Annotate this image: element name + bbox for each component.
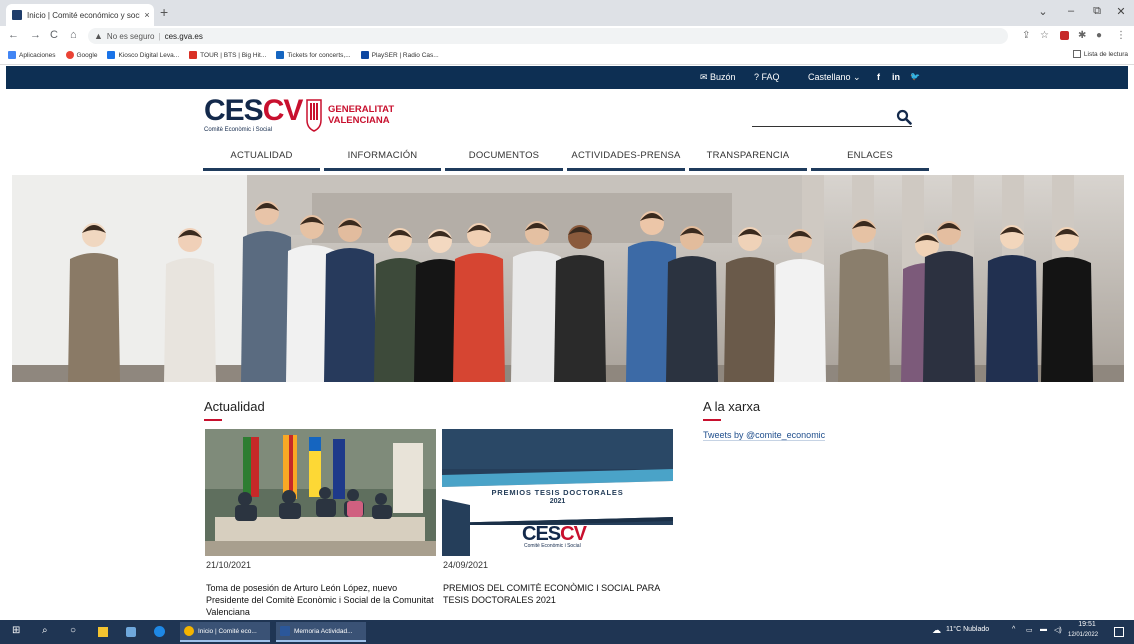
menu-informacion[interactable]: INFORMACIÓN [324,150,441,171]
logo-text: CES [204,94,264,127]
reload-button[interactable]: C [50,29,58,41]
menu-enlaces[interactable]: ENLACES [811,150,929,171]
section-xarxa-heading: A la xarxa [703,399,761,414]
url-text[interactable]: ces.gva.es [165,32,203,41]
kiosco-icon [107,51,116,59]
profile-icon[interactable]: ● [1096,30,1102,41]
facebook-icon[interactable]: f [877,72,880,82]
bookmark-item[interactable]: Google [65,51,97,59]
search-icon[interactable]: ⌕ [42,625,48,636]
bookmark-item[interactable]: Aplicaciones [8,51,56,59]
home-button[interactable]: ⌂ [70,29,77,41]
close-tab-icon[interactable]: × [140,10,154,20]
share-icon[interactable]: ⇪ [1022,30,1030,41]
task-view-icon[interactable]: ○ [70,625,76,636]
menu-actualidad[interactable]: ACTUALIDAD [203,150,320,171]
tab-search-icon[interactable]: ⌄ [1030,5,1056,18]
premios-card-line2: 2021 [549,498,566,505]
gv-line1: GENERALITAT [328,104,395,115]
cescv-logo[interactable]: CESCV Comitè Econòmic i Social [204,94,304,134]
bookmark-item[interactable]: Kiosco Digital Leva... [107,51,179,59]
extensions-puzzle-icon[interactable]: ✱ [1078,30,1086,41]
logo-accent-text: CV [262,94,304,127]
notifications-icon[interactable] [1114,627,1124,637]
windows-taskbar: ⊞ ⌕ ○ Inicio | Comité eco... Memoria Act… [0,620,1134,644]
news-image-premios[interactable]: PREMIOS TESIS DOCTORALES 2021 CESCV Comi… [442,429,673,556]
clock-date[interactable]: 12/01/2022 [1068,632,1098,638]
generalitat-logo[interactable]: GENERALITAT VALENCIANA [306,98,394,132]
bookmarks-bar: Aplicaciones Google Kiosco Digital Leva.… [0,46,1134,65]
logo-subtitle: Comitè Econòmic i Social [204,127,273,133]
menu-documentos[interactable]: DOCUMENTOS [445,150,563,171]
taskbar-app-word[interactable]: Memoria Actividad... [276,622,366,642]
tab-title: Inicio | Comité económico y soci [27,10,140,20]
section-underline [703,419,721,421]
bookmark-item[interactable]: PlaySER | Radio Cas... [360,51,439,59]
browser-tab-strip: Inicio | Comité económico y soci × + ⌄ –… [0,0,1134,26]
volume-icon[interactable]: ◁) [1054,626,1062,634]
clock-time[interactable]: 19:51 [1072,621,1102,628]
news-date: 21/10/2021 [206,560,252,570]
tweets-link[interactable]: Tweets by @comite_economic [703,430,826,441]
close-window-button[interactable]: ✕ [1108,5,1134,18]
gv-line2: VALENCIANA [328,115,390,126]
url-separator: | [158,31,161,41]
extension-icon[interactable] [1060,31,1069,40]
hero-group-photo [12,175,1124,382]
twitter-icon[interactable]: 🐦 [910,72,920,81]
bookmark-item[interactable]: Tickets for concerts,... [276,51,351,59]
bookmark-star-icon[interactable]: ☆ [1040,30,1049,41]
address-bar[interactable]: ▲ No es seguro | ces.gva.es [88,28,1008,44]
google-icon [65,51,74,59]
apps-grid-icon [8,51,16,59]
menu-transparencia[interactable]: TRANSPARENCIA [689,150,807,171]
section-underline [204,419,222,421]
tickets-icon [276,51,285,59]
security-status: No es seguro [106,31,155,41]
faq-link[interactable]: ? FAQ [754,72,780,82]
restore-button[interactable]: ⧉ [1084,5,1110,18]
new-tab-button[interactable]: + [160,4,168,20]
buzon-link[interactable]: ✉ Buzón [700,72,736,83]
network-icon[interactable]: ▭ [1026,626,1033,634]
tray-chevron-icon[interactable]: ^ [1012,626,1015,633]
minimize-button[interactable]: – [1058,5,1084,17]
tour-icon [189,51,198,59]
word-icon [280,626,290,636]
language-selector[interactable]: Castellano ⌄ [808,72,861,83]
windows-start-icon[interactable]: ⊞ [12,625,20,636]
reading-list-icon [1072,50,1081,58]
bookmark-item[interactable]: TOUR | BTS | Big Hit... [189,51,266,59]
search-input[interactable] [752,126,912,127]
news-date: 24/09/2021 [443,560,489,570]
menu-icon[interactable]: ⋮ [1116,30,1126,41]
menu-actividades-prensa[interactable]: ACTIVIDADES-PRENSA [567,150,685,171]
warning-icon[interactable]: ▲ [94,31,103,41]
site-favicon-icon [12,10,22,20]
file-explorer-icon[interactable] [98,627,108,637]
forward-button[interactable]: → [30,29,41,41]
premios-card-logo-sub: Comitè Econòmic i Social [524,543,581,549]
chrome-icon [184,626,194,636]
cloud-icon[interactable]: ☁ [932,625,941,636]
site-top-bar: ✉ Buzón ? FAQ Castellano ⌄ f in 🐦 [6,66,1128,89]
premios-card-line1: PREMIOS TESIS DOCTORALES [491,488,624,497]
generalitat-shield-icon [306,99,322,132]
section-actualidad-heading: Actualidad [204,399,265,414]
reading-list-button[interactable]: Lista de lectura [1072,50,1128,58]
weather-text[interactable]: 11°C Nublado [946,626,989,633]
linkedin-icon[interactable]: in [892,72,900,82]
news-title[interactable]: Toma de posesión de Arturo León López, n… [206,582,438,618]
battery-icon[interactable]: ▬ [1040,626,1047,633]
app-icon[interactable] [126,627,136,637]
address-toolbar: ← → C ⌂ ▲ No es seguro | ces.gva.es ⇪ ☆ … [0,26,1134,46]
search-icon[interactable] [896,109,912,125]
news-title[interactable]: PREMIOS DEL COMITÈ ECONÒMIC I SOCIAL PAR… [443,582,675,606]
playser-icon [360,51,369,59]
news-image-toma-posesion[interactable] [205,429,436,556]
back-button[interactable]: ← [8,29,19,41]
edge-icon[interactable] [154,626,165,637]
browser-tab[interactable]: Inicio | Comité económico y soci × [6,4,154,26]
taskbar-app-chrome[interactable]: Inicio | Comité eco... [180,622,270,642]
